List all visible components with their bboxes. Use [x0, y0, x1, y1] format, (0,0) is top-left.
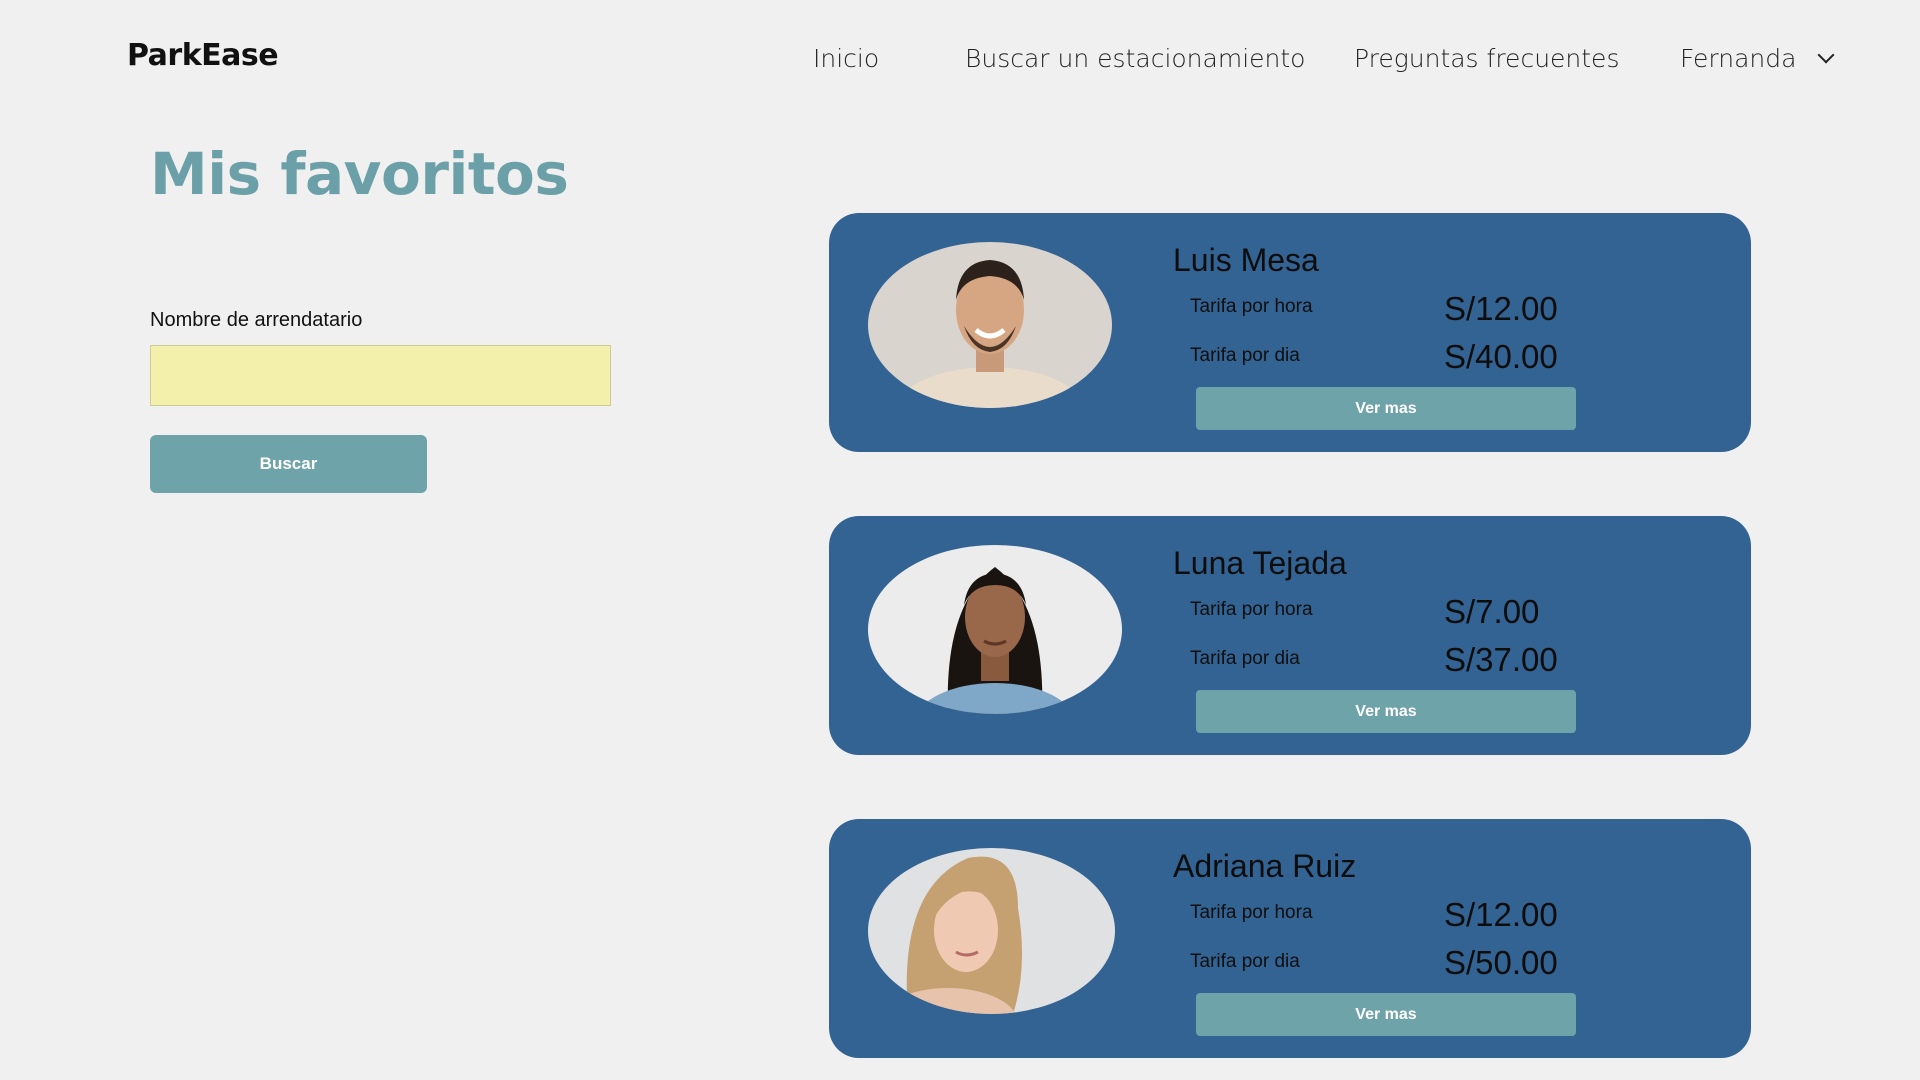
hour-rate-label: Tarifa por hora: [1190, 296, 1313, 317]
hour-rate-value: S/7.00: [1444, 593, 1540, 630]
nav-find-parking[interactable]: Buscar un estacionamiento: [965, 44, 1305, 73]
tenant-name-input[interactable]: [150, 345, 611, 406]
tenant-name: Adriana Ruiz: [1173, 848, 1357, 884]
avatar: [868, 848, 1115, 1014]
page-title: Mis favoritos: [150, 140, 569, 208]
day-rate-label: Tarifa por dia: [1190, 951, 1300, 972]
chevron-down-icon: [1817, 46, 1835, 63]
view-more-button[interactable]: Ver mas: [1196, 690, 1576, 733]
hour-rate-label: Tarifa por hora: [1190, 599, 1313, 620]
search-button[interactable]: Buscar: [150, 435, 427, 493]
avatar: [868, 545, 1122, 714]
day-rate-label: Tarifa por dia: [1190, 648, 1300, 669]
day-rate-value: S/50.00: [1444, 944, 1558, 981]
hour-rate-value: S/12.00: [1444, 896, 1558, 933]
favorite-card: Luis Mesa Tarifa por hora S/12.00 Tarifa…: [829, 213, 1751, 452]
tenant-name-label: Nombre de arrendatario: [150, 309, 363, 331]
day-rate-value: S/40.00: [1444, 338, 1558, 375]
view-more-button[interactable]: Ver mas: [1196, 387, 1576, 430]
hour-rate-label: Tarifa por hora: [1190, 902, 1313, 923]
nav-faq[interactable]: Preguntas frecuentes: [1354, 44, 1619, 73]
day-rate-label: Tarifa por dia: [1190, 345, 1300, 366]
tenant-name: Luna Tejada: [1173, 545, 1347, 581]
hour-rate-value: S/12.00: [1444, 290, 1558, 327]
tenant-name: Luis Mesa: [1173, 242, 1319, 278]
nav-home[interactable]: Inicio: [813, 44, 879, 73]
brand-logo[interactable]: ParkEase: [127, 38, 279, 73]
avatar: [868, 242, 1112, 408]
user-menu[interactable]: Fernanda: [1680, 44, 1835, 73]
favorite-card: Adriana Ruiz Tarifa por hora S/12.00 Tar…: [829, 819, 1751, 1058]
user-name: Fernanda: [1680, 44, 1797, 73]
favorite-card: Luna Tejada Tarifa por hora S/7.00 Tarif…: [829, 516, 1751, 755]
view-more-button[interactable]: Ver mas: [1196, 993, 1576, 1036]
day-rate-value: S/37.00: [1444, 641, 1558, 678]
